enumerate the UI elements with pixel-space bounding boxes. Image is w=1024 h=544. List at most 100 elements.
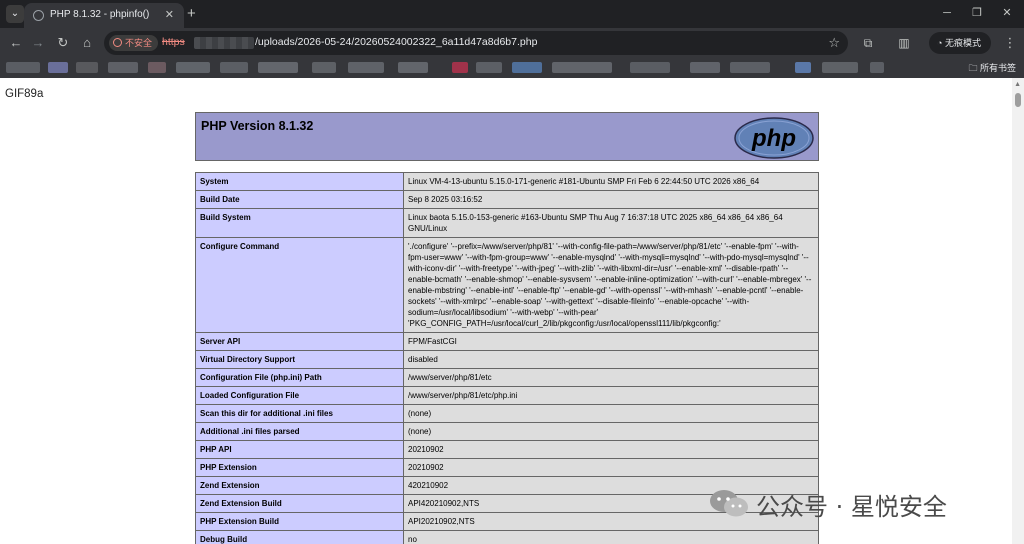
bookmark-redacted[interactable]	[690, 62, 720, 73]
row-key: PHP Extension Build	[195, 512, 404, 531]
extensions-icon[interactable]: ⧉	[860, 35, 876, 51]
row-value: './configure' '--prefix=/www/server/php/…	[403, 237, 819, 333]
not-secure-chip[interactable]: 不安全	[109, 35, 159, 51]
bookmark-redacted[interactable]	[552, 62, 612, 73]
row-value: Linux baota 5.15.0-153-generic #163-Ubun…	[403, 208, 819, 238]
tab-strip: ⌄ PHP 8.1.32 - phpinfo() ✕ + ─ ❐ ✕	[0, 0, 1024, 28]
row-key: Zend Extension	[195, 476, 404, 495]
bookmark-redacted[interactable]	[48, 62, 68, 73]
table-row: Build Date Sep 8 2025 03:16:52	[195, 190, 819, 209]
table-row: System Linux VM-4-13-ubuntu 5.15.0-171-ge…	[195, 172, 819, 191]
bookmark-redacted[interactable]	[176, 62, 210, 73]
minimize-icon[interactable]: ─	[940, 5, 954, 21]
incognito-icon: ◔	[937, 38, 945, 48]
row-key: Configuration File (php.ini) Path	[195, 368, 404, 387]
url-path: /uploads/2026-05-24/20260524002322_6a11d…	[255, 36, 538, 48]
table-row: Loaded Configuration File/www/server/php…	[195, 386, 819, 405]
scroll-up-icon[interactable]: ▲	[1014, 81, 1021, 88]
bookmark-redacted[interactable]	[220, 62, 248, 73]
wechat-icon	[710, 490, 748, 517]
close-window-icon[interactable]: ✕	[1000, 5, 1014, 21]
gif-header-text: GIF89a	[5, 88, 44, 100]
bookmark-redacted[interactable]	[312, 62, 336, 73]
address-bar[interactable]: 不安全 https /uploads/2026-05-24/2026052400…	[104, 31, 848, 55]
table-row: Configuration File (php.ini) Path/www/se…	[195, 368, 819, 387]
forward-icon[interactable]: →	[30, 35, 46, 51]
table-row: Scan this dir for additional .ini files(…	[195, 404, 819, 423]
page-viewport: GIF89a PHP Version 8.1.32 php System Linu…	[0, 78, 1024, 544]
bookmark-redacted[interactable]	[148, 62, 166, 73]
php-version-header: PHP Version 8.1.32 php	[195, 112, 819, 161]
side-panel-icon[interactable]: ▥	[896, 35, 912, 51]
php-logo[interactable]: php	[734, 117, 814, 159]
table-row: Configure Command './configure' '--prefix…	[195, 237, 819, 333]
tab-title: PHP 8.1.32 - phpinfo()	[50, 9, 150, 20]
table-row: Virtual Directory Support disabled	[195, 350, 819, 369]
incognito-label: 无痕模式	[944, 38, 981, 48]
bookmark-redacted[interactable]	[476, 62, 502, 73]
php-version-title: PHP Version 8.1.32	[201, 119, 314, 133]
row-key: System	[195, 172, 404, 191]
bookmark-redacted[interactable]	[512, 62, 542, 73]
back-icon[interactable]: ←	[8, 35, 24, 51]
bookmark-redacted[interactable]	[348, 62, 384, 73]
bookmark-star-icon[interactable]: ☆	[828, 35, 840, 51]
menu-icon[interactable]: ⋮	[1002, 35, 1018, 51]
bookmark-redacted[interactable]	[730, 62, 770, 73]
row-key: Additional .ini files parsed	[195, 422, 404, 441]
bookmark-redacted[interactable]	[398, 62, 428, 73]
home-icon[interactable]: ⌂	[79, 35, 95, 51]
all-bookmarks-label: 所有书签	[979, 63, 1016, 73]
row-key: Zend Extension Build	[195, 494, 404, 513]
row-value: (none)	[403, 404, 819, 423]
row-value: FPM/FastCGI	[403, 332, 819, 351]
tab-close-button[interactable]: ✕	[165, 8, 174, 22]
watermark-text: 公众号 · 星悦安全	[756, 493, 947, 521]
row-value: /www/server/php/81/etc/php.ini	[403, 386, 819, 405]
bookmark-redacted[interactable]	[452, 62, 468, 73]
scrollbar[interactable]: ▲	[1012, 78, 1024, 544]
row-key: Build Date	[195, 190, 404, 209]
new-tab-button[interactable]: +	[187, 5, 196, 22]
table-row: Additional .ini files parsed (none)	[195, 422, 819, 441]
row-key: Loaded Configuration File	[195, 386, 404, 405]
row-value: no	[403, 530, 819, 544]
row-key: Server API	[195, 332, 404, 351]
browser-toolbar: ← → ↻ ⌂ 不安全 https /uploads/2026-05-24/20…	[0, 28, 1024, 58]
row-key: PHP Extension	[195, 458, 404, 477]
row-value: /www/server/php/81/etc	[403, 368, 819, 387]
incognito-chip[interactable]: ◔ 无痕模式	[929, 32, 991, 54]
tab-search-icon[interactable]: ⌄	[6, 5, 24, 23]
row-key: Scan this dir for additional .ini files	[195, 404, 404, 423]
reload-icon[interactable]: ↻	[55, 35, 71, 51]
row-value: Sep 8 2025 03:16:52	[403, 190, 819, 209]
row-value: Linux VM-4-13-ubuntu 5.15.0-171-generic …	[403, 172, 819, 191]
bookmark-redacted[interactable]	[258, 62, 298, 73]
table-row: Debug Build no	[195, 530, 819, 544]
watermark: 公众号 · 星悦安全	[708, 483, 1008, 523]
bookmark-redacted[interactable]	[6, 62, 40, 73]
globe-icon	[33, 10, 44, 21]
warning-icon	[113, 38, 122, 47]
table-row: Server API FPM/FastCGI	[195, 332, 819, 351]
folder-icon: 🗀	[968, 63, 980, 73]
php-logo-text: php	[751, 125, 796, 152]
tab-phpinfo[interactable]: PHP 8.1.32 - phpinfo() ✕	[24, 3, 184, 28]
scrollbar-thumb[interactable]	[1015, 93, 1021, 107]
row-key: Virtual Directory Support	[195, 350, 404, 369]
bookmarks-bar: 🗀 所有书签	[0, 58, 1024, 78]
bookmark-redacted[interactable]	[630, 62, 670, 73]
bookmark-redacted[interactable]	[822, 62, 858, 73]
table-row: Build System Linux baota 5.15.0-153-gener…	[195, 208, 819, 238]
restore-icon[interactable]: ❐	[970, 5, 984, 21]
bookmark-redacted[interactable]	[108, 62, 138, 73]
bookmark-redacted[interactable]	[795, 62, 811, 73]
row-value: (none)	[403, 422, 819, 441]
all-bookmarks-button[interactable]: 🗀 所有书签	[968, 61, 1016, 75]
bookmark-redacted[interactable]	[76, 62, 98, 73]
row-key: Build System	[195, 208, 404, 238]
bookmark-redacted[interactable]	[870, 62, 884, 73]
row-value: disabled	[403, 350, 819, 369]
row-value: 20210902	[403, 458, 819, 477]
not-secure-label: 不安全	[125, 38, 153, 48]
